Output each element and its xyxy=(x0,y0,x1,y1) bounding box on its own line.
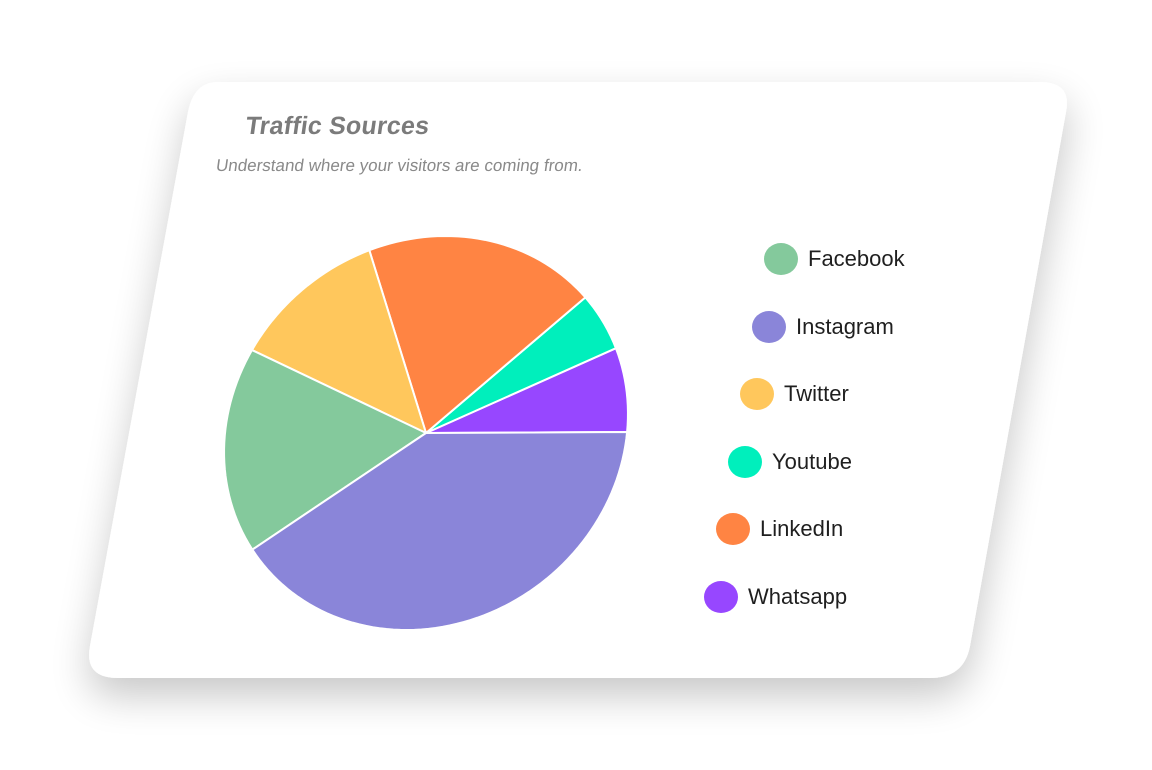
legend-label-facebook: Facebook xyxy=(808,246,905,271)
legend-label-linkedin: LinkedIn xyxy=(760,516,844,541)
legend-swatch-linkedin xyxy=(716,513,750,545)
legend-label-whatsapp: Whatsapp xyxy=(748,584,848,609)
legend-label-youtube: Youtube xyxy=(772,449,852,474)
legend-item-twitter[interactable]: Twitter xyxy=(740,378,849,410)
legend-swatch-facebook xyxy=(764,243,798,275)
chart-legend: Facebook Instagram Twitter Youtube Linke… xyxy=(0,0,1152,770)
legend-swatch-whatsapp xyxy=(704,581,738,613)
legend-item-youtube[interactable]: Youtube xyxy=(728,446,852,478)
legend-swatch-instagram xyxy=(752,311,786,343)
legend-label-instagram: Instagram xyxy=(796,314,894,339)
legend-label-twitter: Twitter xyxy=(784,381,849,406)
legend-item-whatsapp[interactable]: Whatsapp xyxy=(704,581,847,613)
legend-swatch-youtube xyxy=(728,446,762,478)
traffic-sources-widget: Traffic Sources Understand where your vi… xyxy=(0,0,1152,770)
legend-swatch-twitter xyxy=(740,378,774,410)
legend-item-linkedin[interactable]: LinkedIn xyxy=(716,513,843,545)
legend-item-instagram[interactable]: Instagram xyxy=(752,311,894,343)
legend-item-facebook[interactable]: Facebook xyxy=(764,243,905,275)
